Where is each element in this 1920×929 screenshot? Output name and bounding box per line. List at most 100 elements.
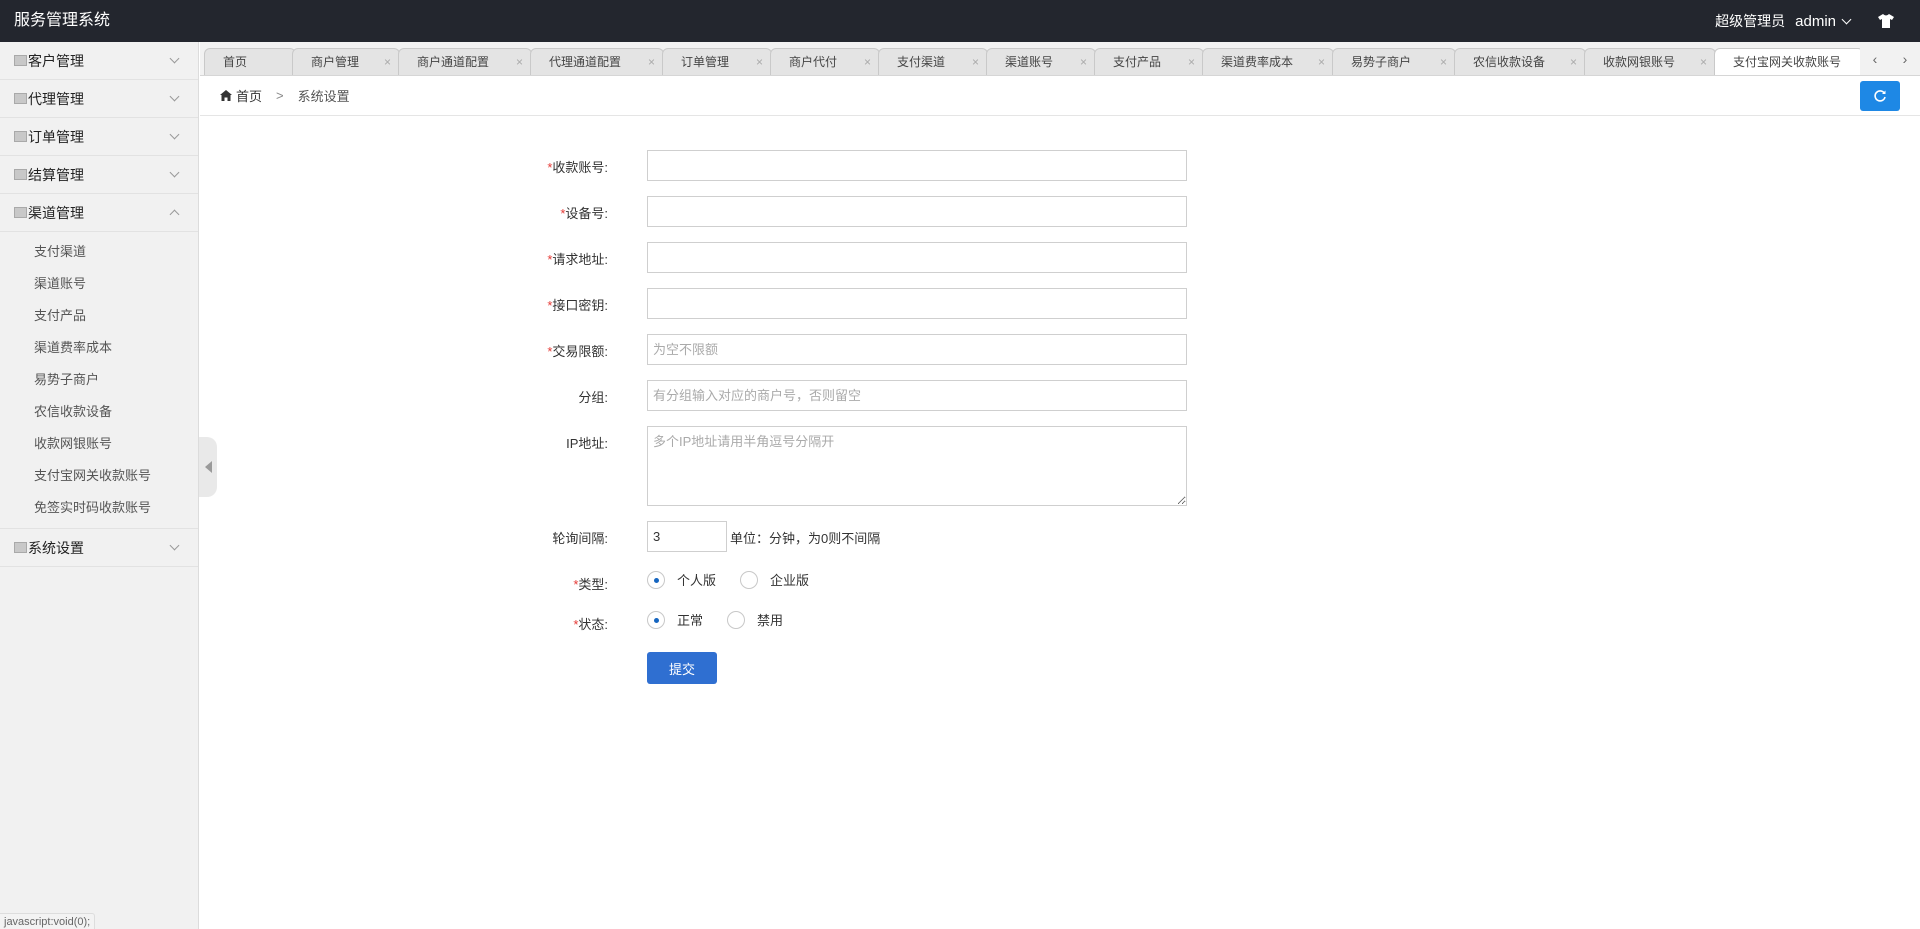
type-label-text: 类型: bbox=[578, 577, 608, 592]
sidebar-item-alipay-gateway-account[interactable]: 支付宝网关收款账号 bbox=[0, 460, 198, 492]
sidebar-item-yishi-submerchant[interactable]: 易势子商户 bbox=[0, 364, 198, 396]
tab-yishi-submerchant[interactable]: 易势子商户 × bbox=[1332, 48, 1456, 75]
menu-head-system-settings[interactable]: 系统设置 bbox=[0, 529, 198, 566]
ip-label: IP地址: bbox=[566, 436, 608, 451]
close-icon[interactable]: × bbox=[384, 49, 391, 75]
form-row-interval: 轮询间隔: 单位：分钟，为0则不间隔 bbox=[500, 521, 1200, 567]
sidebar-item-nongxin-device[interactable]: 农信收款设备 bbox=[0, 396, 198, 428]
tab-label: 渠道账号 bbox=[1005, 55, 1054, 69]
sidebar-item-bank-account[interactable]: 收款网银账号 bbox=[0, 428, 198, 460]
radio-dot bbox=[647, 610, 665, 629]
menu-icon bbox=[14, 169, 27, 180]
chevron-right-icon[interactable]: › bbox=[1903, 51, 1908, 67]
menu-icon bbox=[14, 131, 27, 142]
tab-label: 支付渠道 bbox=[897, 55, 946, 69]
breadcrumb-home[interactable]: 首页 bbox=[220, 86, 262, 105]
menu-group-order: 订单管理 bbox=[0, 118, 198, 156]
sidebar-item-pay-channel[interactable]: 支付渠道 bbox=[0, 236, 198, 268]
tab-scroll-controls: ‹ › bbox=[1860, 42, 1920, 75]
device-input[interactable] bbox=[647, 196, 1187, 227]
form-row-limit: *交易限额: bbox=[500, 334, 1200, 380]
api-secret-input[interactable] bbox=[647, 288, 1187, 319]
form-row-type: *类型: 个人版 企业版 bbox=[500, 567, 1200, 607]
form-row-secret: *接口密钥: bbox=[500, 288, 1200, 334]
trade-limit-input[interactable] bbox=[647, 334, 1187, 365]
tab-pay-channel[interactable]: 支付渠道 × bbox=[878, 48, 988, 75]
username: admin bbox=[1795, 12, 1836, 30]
chevron-down-icon bbox=[169, 540, 180, 551]
menu-group-agent: 代理管理 bbox=[0, 80, 198, 118]
interval-input[interactable] bbox=[647, 521, 727, 552]
type-radio-personal[interactable]: 个人版 bbox=[647, 570, 716, 589]
status-radio-normal[interactable]: 正常 bbox=[647, 610, 703, 629]
close-icon[interactable]: × bbox=[516, 49, 523, 75]
menu-head-channel[interactable]: 渠道管理 bbox=[0, 194, 198, 231]
refresh-button[interactable] bbox=[1860, 81, 1900, 111]
radio-label: 正常 bbox=[677, 613, 704, 628]
secret-label-text: 接口密钥: bbox=[552, 298, 608, 313]
ip-address-textarea[interactable] bbox=[647, 426, 1187, 506]
device-label-text: 设备号: bbox=[565, 206, 608, 221]
chevron-down-icon bbox=[169, 53, 180, 64]
menu-group-settlement: 结算管理 bbox=[0, 156, 198, 194]
status-radio-disabled[interactable]: 禁用 bbox=[727, 610, 783, 629]
form-row-status: *状态: 正常 禁用 bbox=[500, 607, 1200, 652]
close-icon[interactable]: × bbox=[648, 49, 655, 75]
request-url-input[interactable] bbox=[647, 242, 1187, 273]
close-icon[interactable]: × bbox=[864, 49, 871, 75]
user-menu[interactable]: admin bbox=[1795, 13, 1856, 30]
sidebar-item-channel-account[interactable]: 渠道账号 bbox=[0, 268, 198, 300]
type-label: *类型: bbox=[500, 574, 608, 593]
close-icon[interactable]: × bbox=[1440, 49, 1447, 75]
tab-channel-rate-cost[interactable]: 渠道费率成本 × bbox=[1202, 48, 1334, 75]
form-row-device: *设备号: bbox=[500, 196, 1200, 242]
breadcrumb-current: 系统设置 bbox=[297, 89, 350, 104]
menu-group-system-settings: 系统设置 bbox=[0, 529, 198, 567]
tab-label: 商户通道配置 bbox=[417, 55, 490, 69]
close-icon[interactable]: × bbox=[1188, 49, 1195, 75]
form-row-account: *收款账号: bbox=[500, 150, 1200, 196]
tab-order[interactable]: 订单管理 × bbox=[662, 48, 772, 75]
account-input[interactable] bbox=[647, 150, 1187, 181]
close-icon[interactable]: × bbox=[1080, 49, 1087, 75]
limit-label-text: 交易限额: bbox=[552, 344, 608, 359]
type-radio-enterprise[interactable]: 企业版 bbox=[740, 570, 809, 589]
tab-merchant-channel[interactable]: 商户通道配置 × bbox=[398, 48, 532, 75]
tab-channel-account[interactable]: 渠道账号 × bbox=[986, 48, 1096, 75]
sidebar-item-realtime-code-account[interactable]: 免签实时码收款账号 bbox=[0, 492, 198, 524]
group-input[interactable] bbox=[647, 380, 1187, 411]
menu-head-agent[interactable]: 代理管理 bbox=[0, 80, 198, 117]
tab-alipay-gateway-account[interactable]: 支付宝网关收款账号 bbox=[1714, 48, 1864, 75]
close-icon[interactable]: × bbox=[1318, 49, 1325, 75]
submit-button[interactable]: 提交 bbox=[647, 652, 717, 684]
chevron-left-icon[interactable]: ‹ bbox=[1873, 51, 1878, 67]
menu-head-order[interactable]: 订单管理 bbox=[0, 118, 198, 155]
account-label: *收款账号: bbox=[500, 157, 608, 176]
close-icon[interactable]: × bbox=[1570, 49, 1577, 75]
tab-bank-account[interactable]: 收款网银账号 × bbox=[1584, 48, 1716, 75]
tabs-bar: 首页 商户管理 × 商户通道配置 × 代理通道配置 × 订单管理 × 商户代付 × 支付渠… bbox=[200, 42, 1920, 76]
device-label: *设备号: bbox=[500, 203, 608, 222]
tab-label: 订单管理 bbox=[681, 55, 730, 69]
tab-merchant-payout[interactable]: 商户代付 × bbox=[770, 48, 880, 75]
tab-home[interactable]: 首页 bbox=[204, 48, 296, 75]
close-icon[interactable]: × bbox=[756, 49, 763, 75]
tab-merchant[interactable]: 商户管理 × bbox=[292, 48, 400, 75]
menu-head-settlement[interactable]: 结算管理 bbox=[0, 156, 198, 193]
close-icon[interactable]: × bbox=[972, 49, 979, 75]
sidebar: 客户管理 代理管理 订单管理 结算管理 渠道管理 支付渠道 渠道账号 支付产品 … bbox=[0, 42, 199, 929]
tshirt-icon[interactable] bbox=[1874, 9, 1898, 33]
tab-pay-product[interactable]: 支付产品 × bbox=[1094, 48, 1204, 75]
chevron-left-icon bbox=[204, 461, 212, 473]
refresh-icon bbox=[1874, 90, 1886, 102]
tab-nongxin-device[interactable]: 农信收款设备 × bbox=[1454, 48, 1586, 75]
sidebar-item-pay-product[interactable]: 支付产品 bbox=[0, 300, 198, 332]
tab-agent-channel[interactable]: 代理通道配置 × bbox=[530, 48, 664, 75]
close-icon[interactable]: × bbox=[1700, 49, 1707, 75]
menu-head-customer[interactable]: 客户管理 bbox=[0, 42, 198, 79]
sidebar-item-channel-rate-cost[interactable]: 渠道费率成本 bbox=[0, 332, 198, 364]
interval-label: 轮询间隔: bbox=[552, 531, 608, 546]
menu-label: 订单管理 bbox=[28, 128, 84, 145]
tab-label: 易势子商户 bbox=[1351, 55, 1412, 69]
sidebar-collapse-toggle[interactable] bbox=[199, 437, 217, 497]
